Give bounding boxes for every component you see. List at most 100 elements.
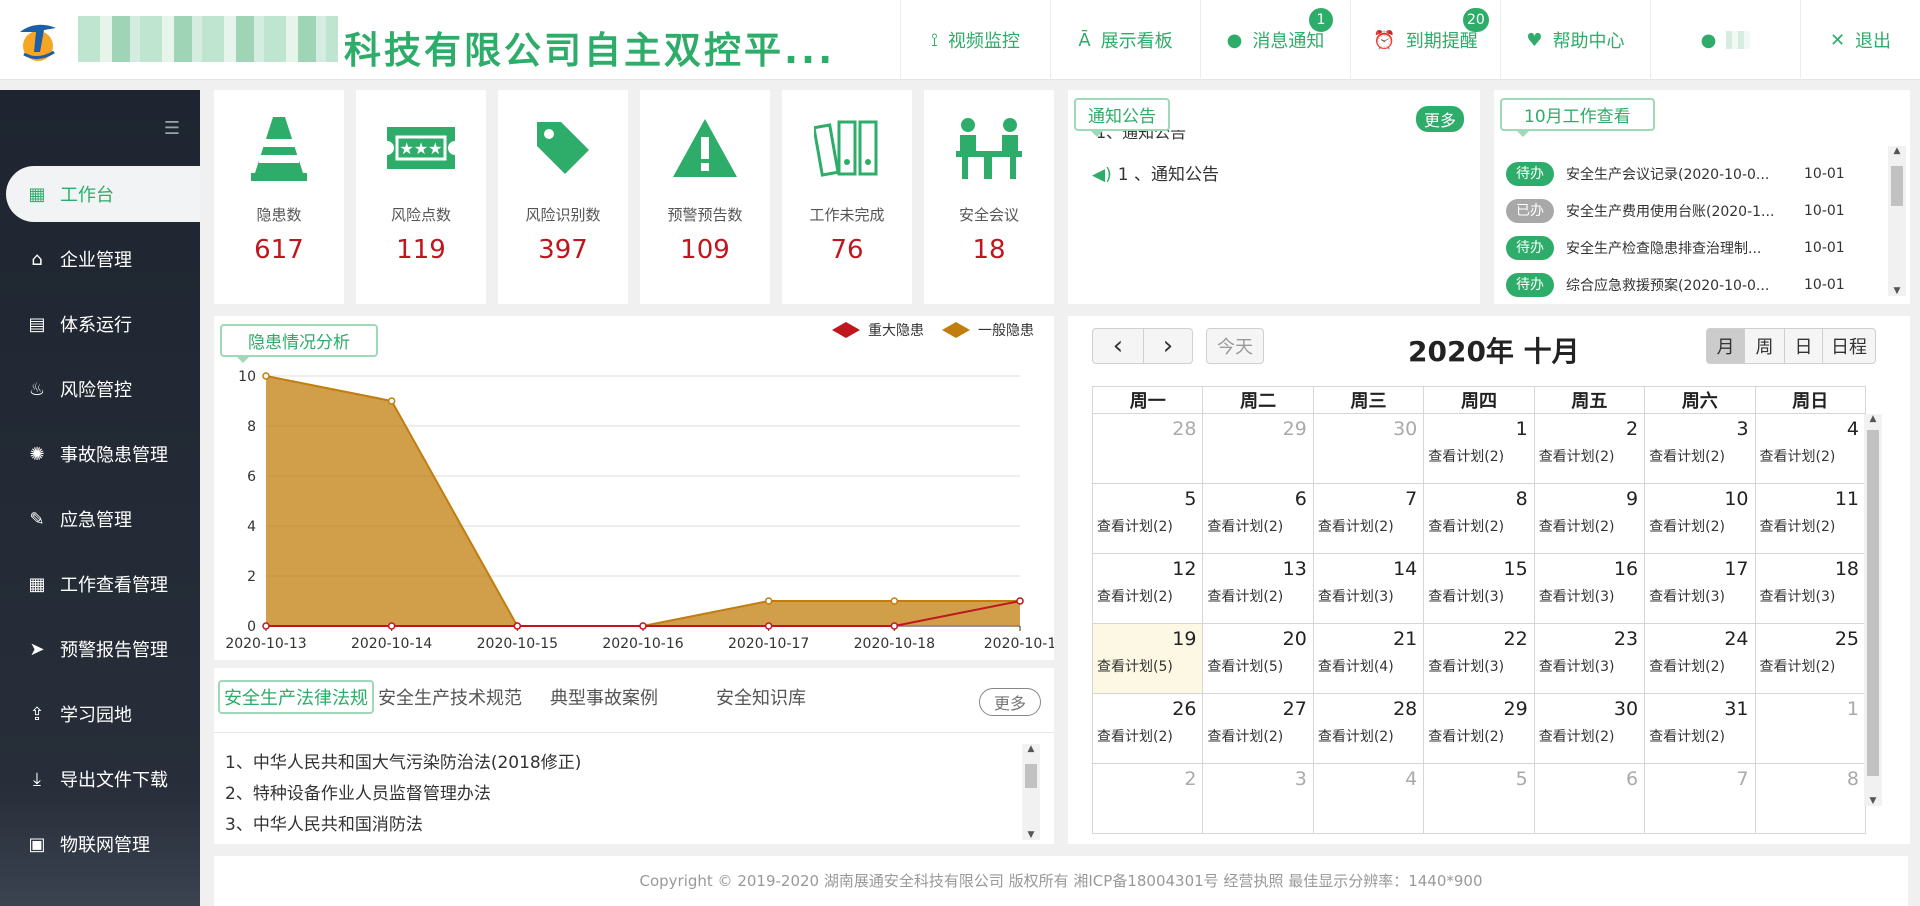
data-point[interactable]	[387, 622, 396, 630]
calendar-day[interactable]: 24 查看计划(2)	[1644, 623, 1756, 694]
view-button-2[interactable]: 日	[1784, 328, 1823, 364]
stat-card[interactable]: 工作未完成 76	[782, 90, 912, 304]
scroll-thumb[interactable]	[1025, 764, 1037, 788]
stat-card[interactable]: 风险识别数 397	[498, 90, 628, 304]
calendar-prev-button[interactable]: ‹	[1092, 328, 1144, 364]
plan-event[interactable]: 查看计划(5)	[1097, 656, 1173, 676]
plan-event[interactable]: 查看计划(2)	[1649, 446, 1725, 466]
nav-logout[interactable]: ✕ 退出	[1800, 0, 1920, 80]
data-point[interactable]	[387, 397, 396, 405]
tab-3[interactable]: 安全知识库	[716, 684, 806, 710]
calendar-day[interactable]: 7	[1644, 763, 1756, 834]
stat-card[interactable]: 安全会议 18	[924, 90, 1054, 304]
calendar-day[interactable]: 7 查看计划(2)	[1312, 483, 1425, 554]
scroll-thumb[interactable]	[1867, 430, 1879, 776]
law-scrollbar[interactable]: ▲ ▼	[1022, 744, 1040, 840]
plan-event[interactable]: 查看计划(3)	[1539, 586, 1615, 606]
scroll-down-icon[interactable]: ▼	[1022, 830, 1040, 840]
plan-event[interactable]: 查看计划(2)	[1097, 726, 1173, 746]
calendar-day[interactable]: 15 查看计划(3)	[1423, 553, 1535, 624]
scroll-up-icon[interactable]: ▲	[1864, 414, 1882, 424]
calendar-day[interactable]: 10 查看计划(2)	[1644, 483, 1756, 554]
calendar-day[interactable]: 4	[1312, 763, 1425, 834]
notice-item[interactable]: ◀) 1 、通知公告	[1092, 160, 1219, 185]
nav-expiry-reminder[interactable]: ⏰ 到期提醒 20	[1350, 0, 1500, 80]
calendar-day[interactable]: 13 查看计划(2)	[1202, 553, 1314, 624]
data-point[interactable]	[262, 372, 270, 380]
knowledge-more-button[interactable]: 更多	[979, 688, 1042, 716]
calendar-day[interactable]: 26 查看计划(2)	[1091, 693, 1204, 764]
plan-event[interactable]: 查看计划(5)	[1207, 656, 1283, 676]
scroll-down-icon[interactable]: ▼	[1864, 796, 1882, 806]
plan-event[interactable]: 查看计划(2)	[1097, 586, 1173, 606]
sidebar-item-7[interactable]: ➤ 预警报告管理	[0, 621, 200, 677]
calendar-day[interactable]: 27 查看计划(2)	[1202, 693, 1314, 764]
calendar-day[interactable]: 1 查看计划(2)	[1423, 413, 1535, 484]
plan-event[interactable]: 查看计划(3)	[1539, 656, 1615, 676]
calendar-day[interactable]: 2 查看计划(2)	[1533, 413, 1646, 484]
calendar-day[interactable]: 17 查看计划(3)	[1644, 553, 1756, 624]
plan-event[interactable]: 查看计划(2)	[1649, 516, 1725, 536]
calendar-day[interactable]: 28	[1091, 413, 1204, 484]
view-button-3[interactable]: 日程	[1822, 328, 1876, 364]
data-point[interactable]	[764, 597, 773, 605]
scroll-up-icon[interactable]: ▲	[1888, 146, 1906, 156]
law-item[interactable]: 2、特种设备作业人员监督管理办法	[225, 779, 491, 804]
notice-more-button[interactable]: 更多	[1416, 106, 1465, 132]
data-point[interactable]	[262, 622, 270, 630]
calendar-day[interactable]: 29	[1202, 413, 1314, 484]
plan-event[interactable]: 查看计划(2)	[1318, 726, 1394, 746]
calendar-day[interactable]: 3	[1202, 763, 1314, 834]
work-item[interactable]: 待办 安全生产会议记录(2020-10-0... 10-01	[1506, 156, 1861, 192]
work-item[interactable]: 待办 综合应急救援预案(2020-10-0... 10-01	[1506, 267, 1861, 303]
plan-event[interactable]: 查看计划(3)	[1428, 586, 1504, 606]
law-item[interactable]: 1、中华人民共和国大气污染防治法(2018修正)	[225, 748, 581, 773]
plan-event[interactable]: 查看计划(2)	[1760, 446, 1836, 466]
calendar-day[interactable]: 19 查看计划(5)	[1091, 623, 1204, 694]
plan-event[interactable]: 查看计划(2)	[1428, 446, 1504, 466]
calendar-day[interactable]: 5 查看计划(2)	[1091, 483, 1204, 554]
nav-user[interactable]: ●	[1650, 0, 1800, 80]
plan-event[interactable]: 查看计划(4)	[1318, 656, 1394, 676]
sidebar-item-1[interactable]: ⌂ 企业管理	[0, 231, 200, 287]
data-point[interactable]	[764, 622, 773, 630]
plan-event[interactable]: 查看计划(2)	[1760, 656, 1836, 676]
work-item[interactable]: 待办 安全生产检查隐患排查治理制... 10-01	[1506, 230, 1861, 266]
tab-1[interactable]: 安全生产技术规范	[378, 684, 522, 710]
plan-event[interactable]: 查看计划(2)	[1428, 726, 1504, 746]
plan-event[interactable]: 查看计划(3)	[1428, 656, 1504, 676]
view-button-1[interactable]: 周	[1744, 328, 1785, 364]
calendar-today-button[interactable]: 今天	[1206, 328, 1264, 364]
plan-event[interactable]: 查看计划(2)	[1649, 656, 1725, 676]
sidebar-item-2[interactable]: ▤ 体系运行	[0, 296, 200, 352]
calendar-day[interactable]: 25 查看计划(2)	[1754, 623, 1867, 694]
data-point[interactable]	[890, 622, 899, 630]
sidebar-item-0[interactable]: ▦ 工作台	[6, 166, 200, 222]
calendar-day[interactable]: 31 查看计划(2)	[1644, 693, 1756, 764]
plan-event[interactable]: 查看计划(2)	[1539, 516, 1615, 536]
plan-event[interactable]: 查看计划(3)	[1318, 586, 1394, 606]
plan-event[interactable]: 查看计划(3)	[1649, 586, 1725, 606]
scroll-up-icon[interactable]: ▲	[1022, 744, 1040, 754]
stat-card[interactable]: ★★★ 风险点数 119	[356, 90, 486, 304]
sidebar-item-3[interactable]: ♨ 风险管控	[0, 361, 200, 417]
work-scrollbar[interactable]: ▲ ▼	[1888, 146, 1906, 296]
scroll-thumb[interactable]	[1891, 166, 1903, 206]
stat-card[interactable]: 预警预告数 109	[640, 90, 770, 304]
calendar-day[interactable]: 9 查看计划(2)	[1533, 483, 1646, 554]
calendar-day[interactable]: 28 查看计划(2)	[1312, 693, 1425, 764]
calendar-scrollbar[interactable]: ▲ ▼	[1864, 414, 1882, 806]
sidebar-item-6[interactable]: ▦ 工作查看管理	[0, 556, 200, 612]
calendar-day[interactable]: 20 查看计划(5)	[1202, 623, 1314, 694]
calendar-day[interactable]: 1	[1754, 693, 1867, 764]
calendar-day[interactable]: 8	[1754, 763, 1867, 834]
work-item[interactable]: 已办 安全生产费用使用台账(2020-1... 10-01	[1506, 193, 1861, 229]
calendar-day[interactable]: 30 查看计划(2)	[1533, 693, 1646, 764]
calendar-day[interactable]: 23 查看计划(3)	[1533, 623, 1646, 694]
calendar-day[interactable]: 8 查看计划(2)	[1423, 483, 1535, 554]
calendar-day[interactable]: 22 查看计划(3)	[1423, 623, 1535, 694]
notice-item-partial[interactable]: 1、通知公告	[1096, 130, 1186, 140]
data-point[interactable]	[639, 622, 647, 630]
sidebar-item-5[interactable]: ✎ 应急管理	[0, 491, 200, 547]
calendar-day[interactable]: 18 查看计划(3)	[1754, 553, 1867, 624]
